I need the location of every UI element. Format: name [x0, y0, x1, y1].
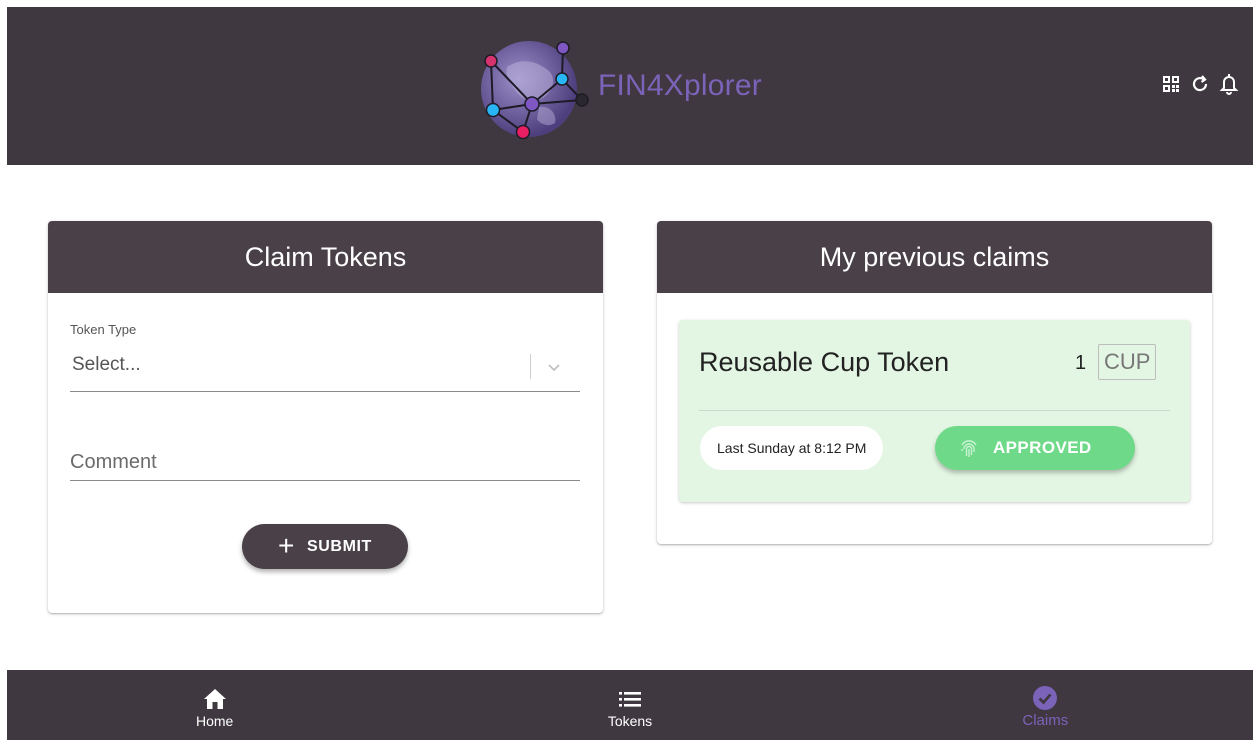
claim-tokens-title: Claim Tokens — [48, 221, 603, 293]
comment-placeholder: Comment — [70, 451, 157, 473]
previous-claims-title: My previous claims — [657, 221, 1212, 293]
comment-field[interactable]: Comment — [70, 439, 580, 481]
claim-tokens-card: Claim Tokens Token Type Select... Commen… — [48, 221, 603, 613]
bottom-navigation: Home Tokens Claims — [7, 670, 1253, 740]
chevron-down-icon[interactable] — [546, 359, 562, 375]
nav-home[interactable]: Home — [7, 670, 422, 740]
header-actions — [1161, 73, 1239, 95]
list-icon — [617, 686, 643, 712]
app-header: FIN4Xplorer — [7, 7, 1253, 165]
claim-date: Last Sunday at 8:12 PM — [700, 426, 884, 470]
token-type-label: Token Type — [70, 322, 137, 337]
fingerprint-icon — [961, 440, 977, 457]
brand[interactable]: FIN4Xplorer — [477, 27, 762, 145]
nav-claims[interactable]: Claims — [838, 670, 1253, 740]
token-type-select[interactable]: Select... — [70, 345, 580, 392]
status-label: APPROVED — [993, 438, 1092, 457]
claim-token-name: Reusable Cup Token — [699, 347, 950, 377]
home-icon — [202, 686, 228, 712]
nav-tokens[interactable]: Tokens — [422, 670, 837, 740]
nav-home-label: Home — [195, 712, 234, 729]
submit-label: SUBMIT — [307, 537, 372, 555]
nav-claims-label: Claims — [1022, 712, 1069, 729]
check-circle-icon — [1032, 685, 1058, 711]
select-separator — [530, 354, 531, 379]
claim-status-approved[interactable]: APPROVED — [935, 426, 1135, 470]
logo-globe-icon — [481, 41, 589, 140]
app-title: FIN4Xplorer — [598, 69, 762, 102]
previous-claims-card: My previous claims Reusable Cup Token 1 … — [657, 221, 1212, 544]
refresh-icon[interactable] — [1190, 73, 1210, 95]
submit-button[interactable]: + SUBMIT — [242, 524, 408, 569]
qr-code-icon[interactable] — [1161, 73, 1181, 95]
token-type-placeholder: Select... — [72, 354, 141, 375]
claim-unit: CUP — [1098, 344, 1157, 380]
bell-icon[interactable] — [1219, 73, 1239, 95]
plus-icon: + — [278, 529, 295, 561]
claim-divider — [699, 410, 1170, 411]
claim-item: Reusable Cup Token 1 CUP Last Sunday at … — [679, 320, 1190, 502]
claim-amount: 1 — [1075, 352, 1087, 374]
nav-tokens-label: Tokens — [607, 712, 653, 729]
